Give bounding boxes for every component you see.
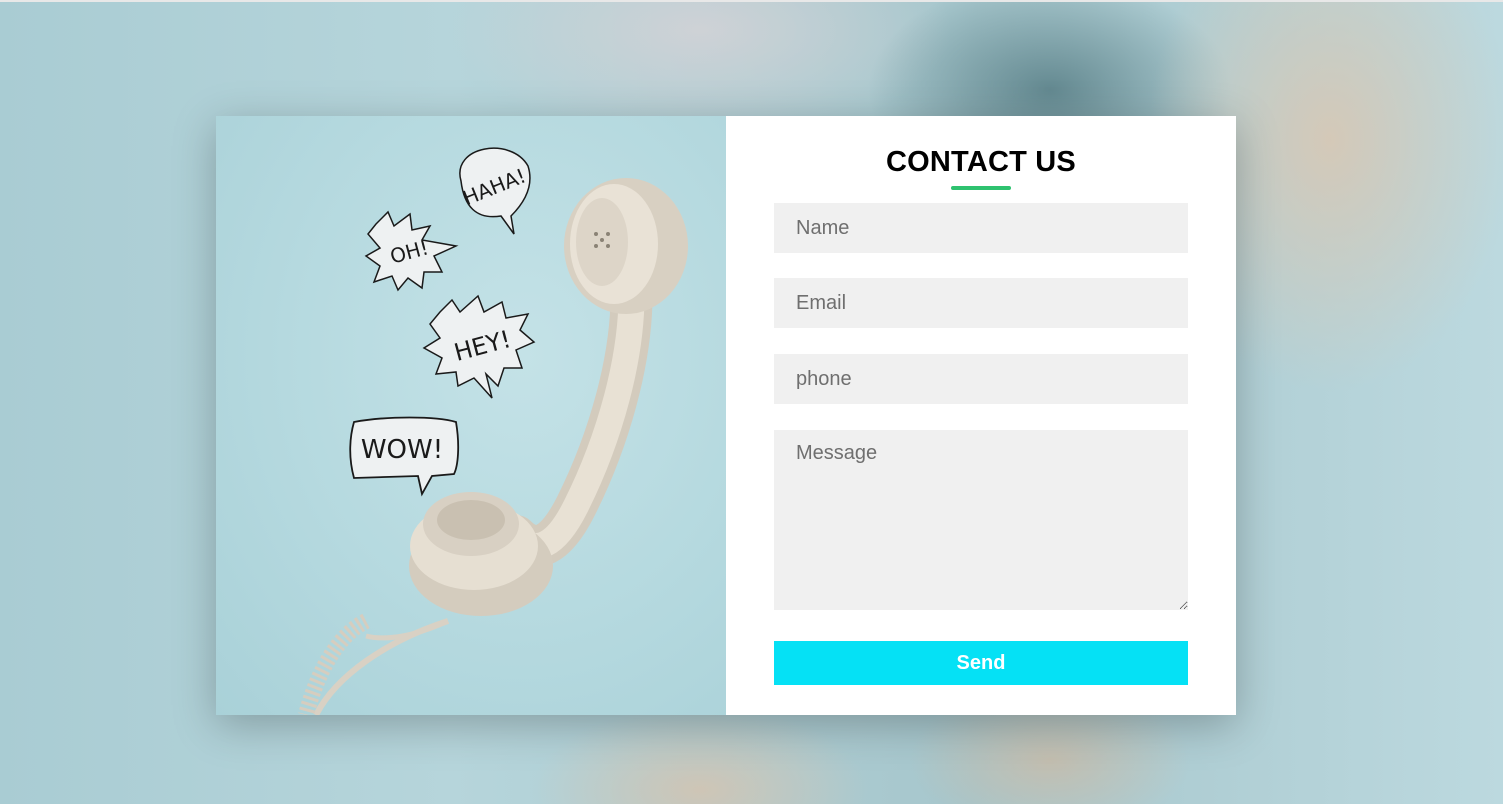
email-input[interactable] (774, 278, 1188, 328)
bubble-haha: HAHA! (459, 147, 531, 235)
contact-title: CONTACT US (886, 146, 1076, 178)
phone-input[interactable] (774, 354, 1188, 404)
bubble-hey: HEY! (422, 294, 536, 399)
name-input[interactable] (774, 203, 1188, 253)
send-button[interactable]: Send (774, 641, 1188, 685)
contact-card: HAHA! OH! HEY! WOW! CONTACT US S (216, 116, 1236, 715)
title-underline (951, 186, 1011, 190)
window-top-edge (0, 0, 1503, 2)
svg-text:WOW!: WOW! (361, 435, 443, 465)
bubble-oh: OH! (364, 210, 459, 292)
contact-photo: HAHA! OH! HEY! WOW! (216, 116, 726, 715)
telephone-illustration: HAHA! OH! HEY! WOW! (298, 147, 688, 715)
contact-form: CONTACT US Send (726, 116, 1236, 715)
bubble-wow: WOW! (349, 416, 460, 497)
message-textarea[interactable] (774, 430, 1188, 610)
